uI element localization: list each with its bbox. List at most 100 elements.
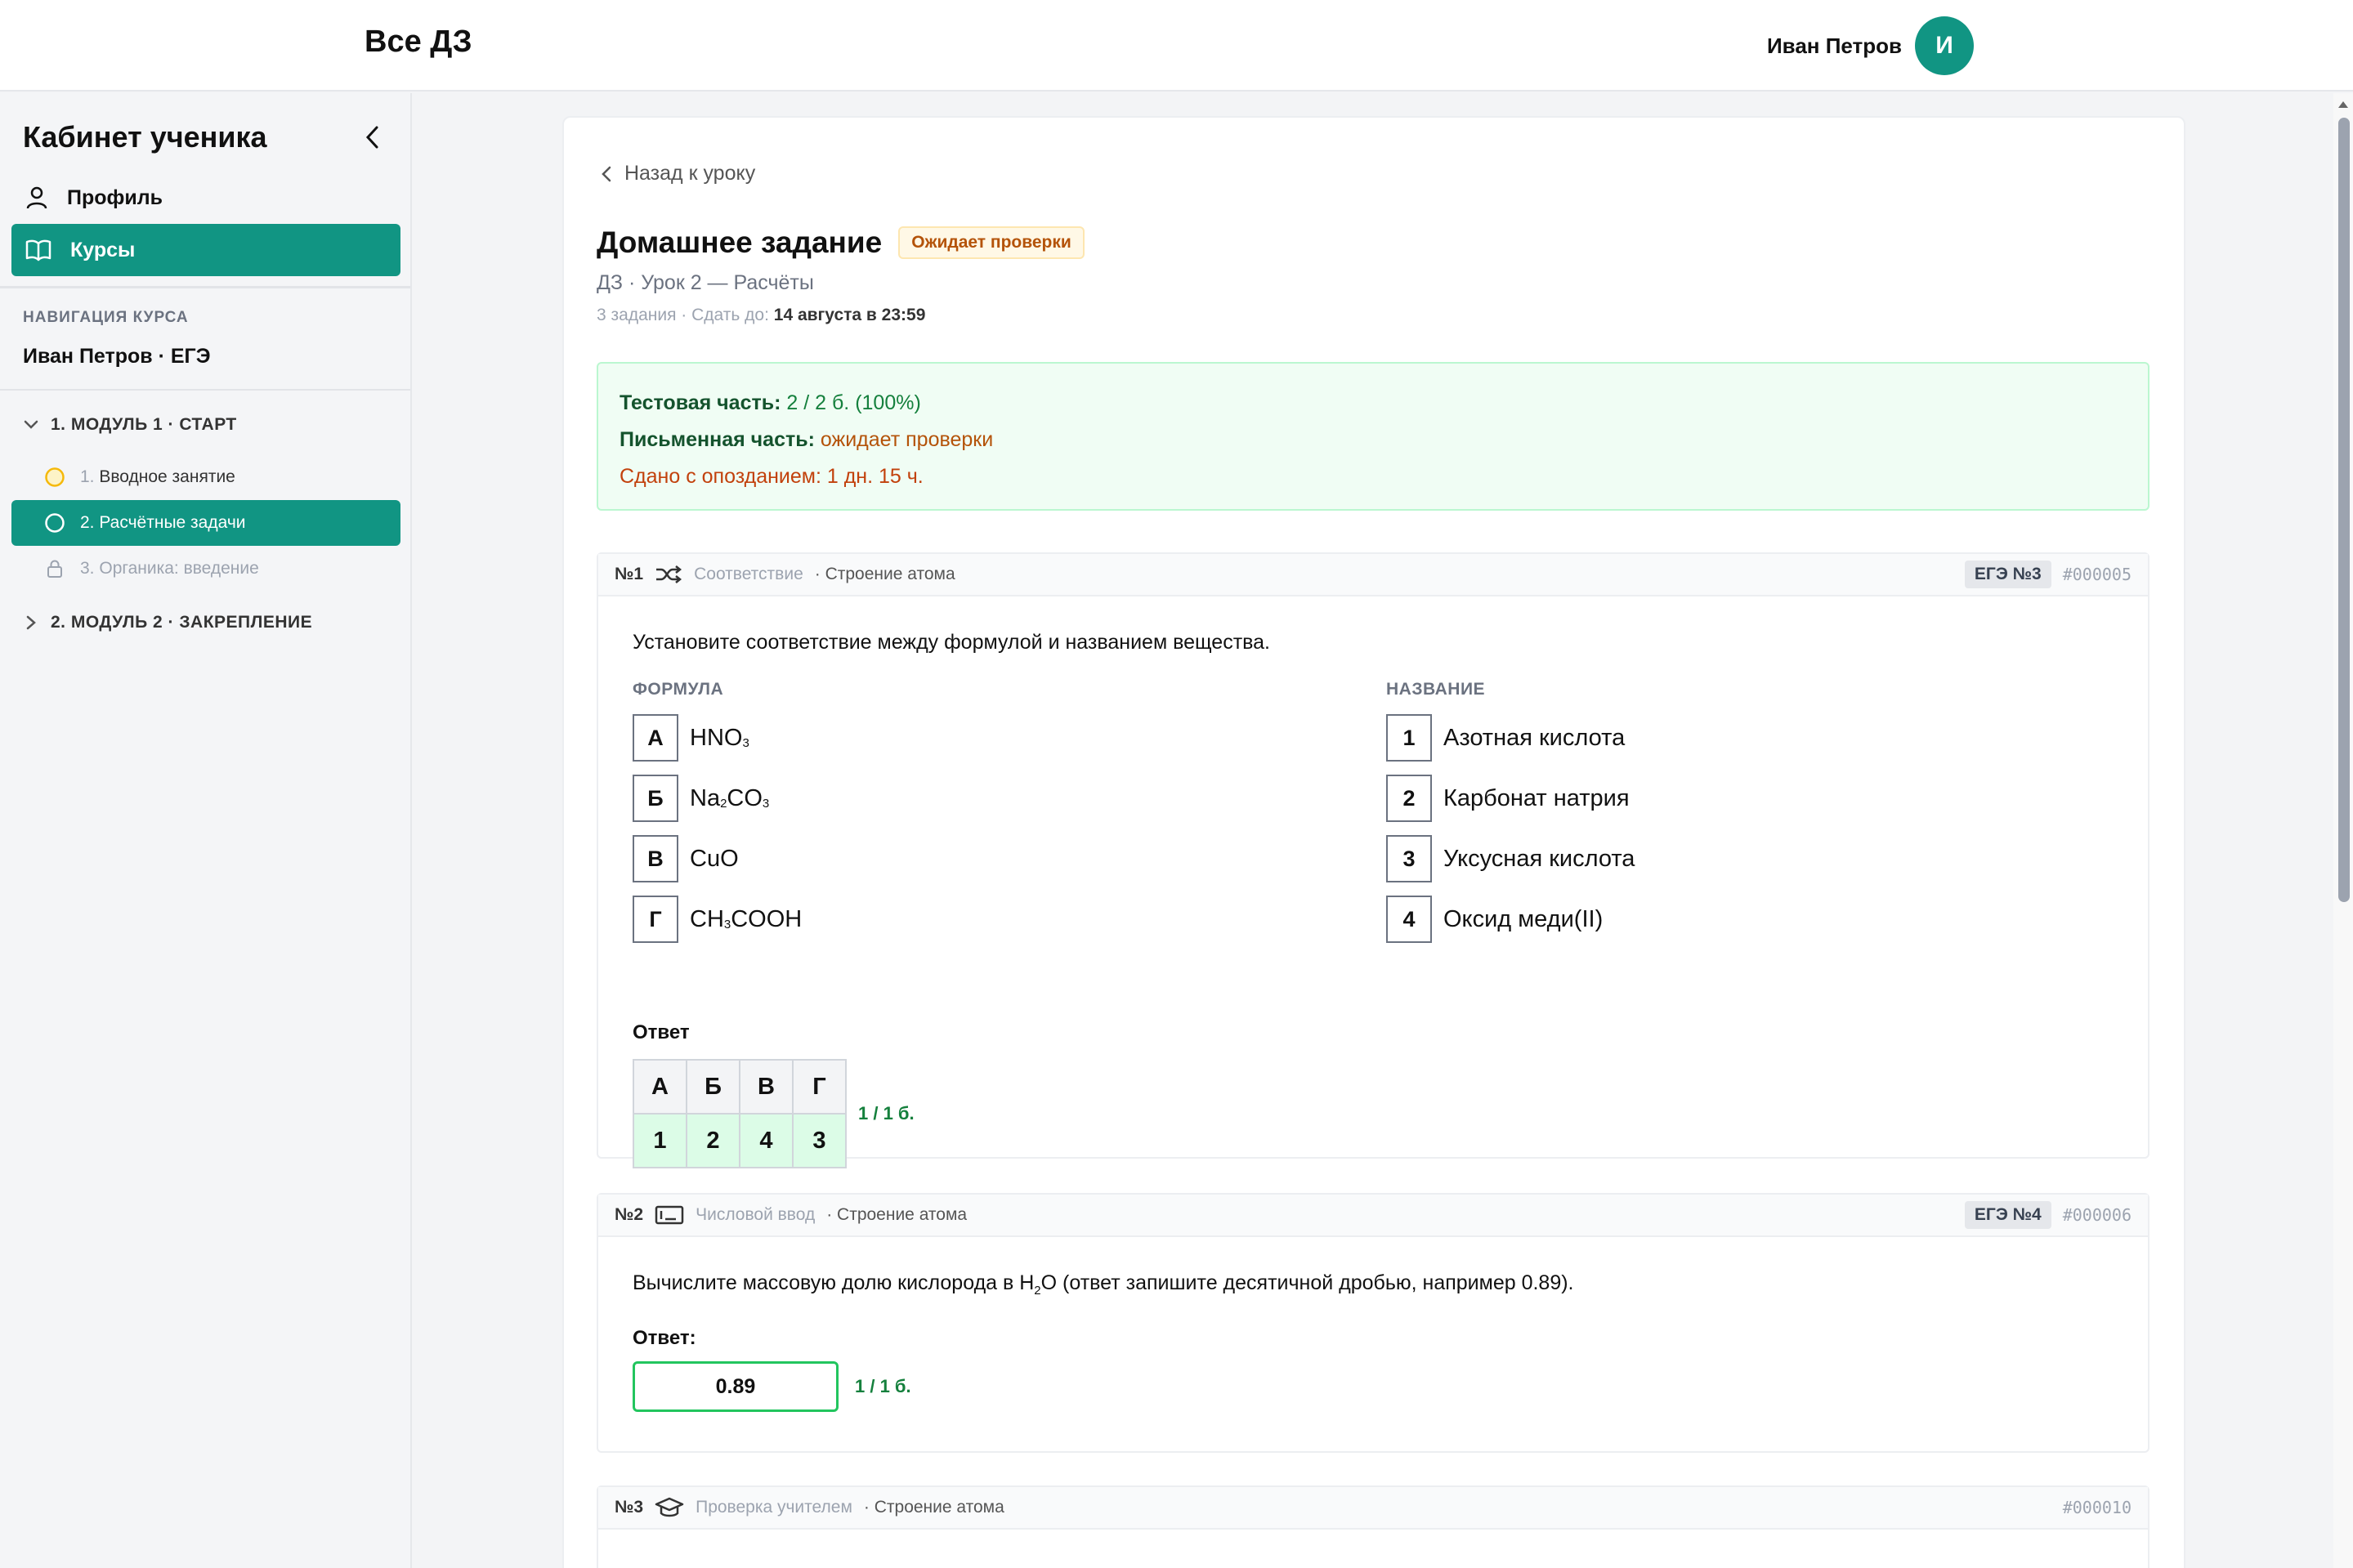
formula: CH3COOH: [690, 905, 803, 932]
task-header: №1 Соответствие · Строение атома ЕГЭ №3 …: [598, 554, 2148, 596]
avatar[interactable]: И: [1915, 16, 1974, 75]
late-submission-note: Сдано с опозданием: 1 дн. 15 ч.: [620, 465, 924, 488]
task-kind: Числовой ввод: [696, 1205, 816, 1224]
task-card-3: №3 Проверка учителем · Строение атома #0…: [597, 1485, 2149, 1568]
top-bar: Все ДЗ Иван Петров И: [0, 0, 2353, 92]
lesson-item-calc[interactable]: 2. Расчётные задачи: [11, 500, 400, 546]
scrollbar-thumb[interactable]: [2338, 118, 2350, 902]
deadline: 14 августа в 23:59: [773, 306, 926, 324]
substance-name: Оксид меди(II): [1443, 905, 1604, 932]
page-scrollbar[interactable]: [2333, 93, 2353, 1568]
substance-name: Карбонат натрия: [1443, 784, 1630, 811]
book-icon: [25, 239, 51, 261]
back-to-lesson-link[interactable]: Назад к уроку: [600, 162, 755, 185]
meta-prefix: 3 задания · Сдать до:: [597, 306, 769, 324]
match-right-item: 4 Оксид меди(II): [1386, 889, 1635, 949]
answer-value-cell: 4: [739, 1113, 794, 1168]
lesson-label: Вводное занятие: [99, 467, 235, 486]
lesson-label: Органика: введение: [99, 559, 259, 578]
lesson-number: 2.: [80, 513, 95, 532]
question-subscript: 2: [1034, 1284, 1041, 1298]
question-part: O (ответ запишите десятичной дробью, нап…: [1040, 1271, 1574, 1294]
formula: HNO3: [690, 724, 749, 751]
module-2-toggle[interactable]: 2. МОДУЛЬ 2 · ЗАКРЕПЛЕНИЕ: [23, 613, 312, 632]
sidebar-item-label: Профиль: [67, 185, 163, 209]
task-card-1: №1 Соответствие · Строение атома ЕГЭ №3 …: [597, 552, 2149, 1168]
sidebar-item-courses[interactable]: Курсы: [11, 224, 400, 276]
answer-head-cell: А: [633, 1059, 687, 1115]
answer-input[interactable]: 0.89: [633, 1361, 839, 1412]
match-right-item: 3 Уксусная кислота: [1386, 829, 1635, 889]
match-left-item: Г CH3COOH: [633, 889, 802, 949]
user-menu[interactable]: Иван Петров И: [1767, 16, 1974, 75]
task-number: №3: [615, 1498, 644, 1517]
task-score: 1 / 1 б.: [855, 1376, 911, 1396]
module-label: 1. МОДУЛЬ 1 · СТАРТ: [51, 415, 237, 434]
task-number: №2: [615, 1205, 644, 1224]
chevron-down-icon: [24, 420, 38, 429]
scroll-up-arrow-icon[interactable]: [2333, 96, 2353, 113]
back-label: Назад к уроку: [624, 162, 756, 185]
answer-block: 0.89 1 / 1 б.: [633, 1361, 911, 1412]
column-label: НАЗВАНИЕ: [1386, 680, 1486, 699]
substance-name: Азотная кислота: [1443, 724, 1626, 751]
sidebar-item-profile[interactable]: Профиль: [11, 172, 400, 224]
lock-icon: [47, 560, 62, 578]
ege-badge: ЕГЭ №3: [1964, 561, 2051, 588]
graduation-cap-icon: [655, 1497, 684, 1517]
collapse-sidebar-button[interactable]: [356, 121, 389, 154]
homework-meta: 3 задания · Сдать до: 14 августа в 23:59: [597, 306, 925, 325]
ege-badge: ЕГЭ №4: [1964, 1201, 2051, 1229]
lesson-item-organic: 3. Органика: введение: [11, 546, 400, 592]
match-key: 1: [1386, 714, 1432, 762]
answer-table: А Б В Г 1 2 4 3: [633, 1059, 847, 1168]
match-key: Г: [633, 896, 678, 943]
test-part-value: 2 / 2 б. (100%): [786, 391, 921, 414]
page-title: Все ДЗ: [365, 25, 472, 59]
answer-value-cell: 1: [633, 1113, 687, 1168]
match-left-item: А HNO3: [633, 708, 802, 768]
lesson-label: Расчётные задачи: [99, 513, 246, 532]
written-part-row: Письменная часть: ожидает проверки: [620, 422, 2127, 458]
homework-title-row: Домашнее задание Ожидает проверки: [597, 226, 1085, 260]
answer-label: Ответ: [633, 1021, 690, 1043]
number-input-icon: [655, 1205, 684, 1225]
match-key: Б: [633, 775, 678, 822]
substance-name: Уксусная кислота: [1443, 845, 1635, 872]
task-header: №3 Проверка учителем · Строение атома #0…: [598, 1487, 2148, 1530]
formula: CuO: [690, 845, 739, 872]
lesson-item-intro[interactable]: 1. Вводное занятие: [11, 454, 400, 500]
module-1-toggle[interactable]: 1. МОДУЛЬ 1 · СТАРТ: [23, 415, 237, 435]
sidebar-item-label: Курсы: [70, 238, 136, 261]
match-left-item: Б Na2CO3: [633, 768, 802, 829]
sidebar: Кабинет ученика Профиль Курсы НАВИГАЦИЯ …: [0, 93, 412, 1568]
task-id: #000006: [2062, 1205, 2132, 1225]
task-kind: Соответствие: [694, 565, 803, 583]
chevron-left-icon: [602, 166, 611, 181]
question-part: Вычислите массовую долю кислорода в H: [633, 1271, 1035, 1294]
match-right-item: 1 Азотная кислота: [1386, 708, 1635, 768]
task-topic: · Строение атома: [826, 1205, 968, 1224]
match-key: А: [633, 714, 678, 762]
written-part-label: Письменная часть:: [620, 428, 815, 451]
task-id: #000010: [2062, 1498, 2132, 1517]
homework-title: Домашнее задание: [597, 226, 883, 259]
in-progress-circle-icon: [45, 467, 65, 487]
written-part-value: ожидает проверки: [820, 428, 994, 451]
task-topic: · Строение атома: [814, 565, 955, 583]
answer-head-cell: Г: [792, 1059, 847, 1115]
course-nav-label: НАВИГАЦИЯ КУРСА: [23, 309, 189, 326]
sidebar-header: Кабинет ученика: [23, 113, 389, 162]
match-right-item: 2 Карбонат натрия: [1386, 768, 1635, 829]
task-number: №1: [615, 565, 644, 583]
task-score: 1 / 1 б.: [858, 1103, 915, 1124]
answer-label: Ответ:: [633, 1327, 696, 1349]
question-text: Вычислите массовую долю кислорода в H2O …: [633, 1271, 1574, 1298]
lesson-number: 1.: [80, 467, 95, 486]
sidebar-title: Кабинет ученика: [23, 120, 267, 154]
divider: [0, 389, 410, 391]
answer-head-cell: В: [739, 1059, 794, 1115]
answer-head-cell: Б: [686, 1059, 740, 1115]
name-column: НАЗВАНИЕ 1 Азотная кислота 2 Карбонат на…: [1386, 680, 1635, 949]
task-card-2: №2 Числовой ввод · Строение атома ЕГЭ №4…: [597, 1193, 2149, 1453]
